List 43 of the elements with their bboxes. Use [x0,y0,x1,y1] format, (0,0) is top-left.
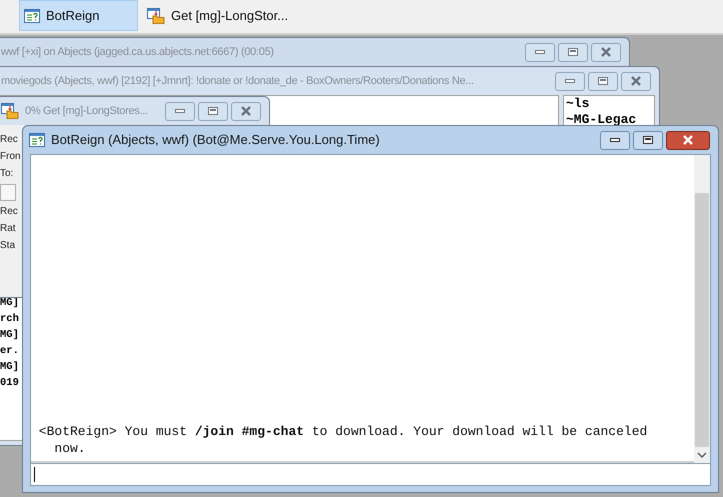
field-label: Rec [0,133,18,147]
minimize-icon [610,138,620,142]
maximize-icon [643,136,653,144]
window-icon [24,8,40,22]
scrollbar[interactable] [694,155,710,463]
taskbar-button[interactable]: Get [mg]-LongStor... [142,0,294,31]
chat-message: <BotReign> You must /join #mg-chat to download. Your download will be canceled now. [38,423,648,457]
field-label: Rat [0,222,16,236]
taskbar-button[interactable]: BotReign [19,0,138,31]
minimize-button[interactable] [600,130,630,150]
maximize-button[interactable] [633,130,663,150]
chat-line: er. [0,344,19,359]
close-icon [630,76,642,86]
maximize-icon [208,107,218,115]
minimize-icon [565,79,575,83]
field-label: Fron [0,150,21,164]
nick-item[interactable]: ~ls [566,96,654,112]
window-title: moviegods (Abjects, wwf) [2192] [+Jmnrt]: !donate or !donate_de - BoxOwners/Rooters/Donations Ne... [1,74,475,89]
window-title: BotReign (Abjects, wwf) (Bot@Me.Serve.You.Long.Time) [51,131,381,150]
close-icon [600,47,612,57]
field-label: Rec [0,205,18,219]
window-title: wwf [+xi] on Abjects (jagged.ca.us.abjects.net:6667) (00:05) [1,44,275,60]
window-icon [29,133,45,147]
window-title: 0% Get [mg]-LongStores... [25,104,149,119]
close-icon [240,106,252,116]
close-button[interactable] [666,130,710,150]
chat-line: rch [0,312,19,327]
chat-line: MG] [0,328,19,343]
chat-line: MG] [0,360,19,375]
window-folder-icon [147,8,165,24]
chat-line: MG] [0,296,19,311]
field-label: To: [0,167,14,181]
minimize-icon [535,50,545,54]
field-label: Sta [0,239,16,253]
nick-item[interactable]: ~MG-Legac [566,112,654,128]
maximize-icon [598,77,608,85]
close-icon [682,135,694,145]
scrollbar-thumb[interactable] [695,193,709,447]
input-field[interactable] [30,464,711,486]
minimize-icon [175,109,185,113]
chat-line: 019 [0,376,19,391]
maximize-icon [568,48,578,56]
window-folder-icon [1,103,19,119]
